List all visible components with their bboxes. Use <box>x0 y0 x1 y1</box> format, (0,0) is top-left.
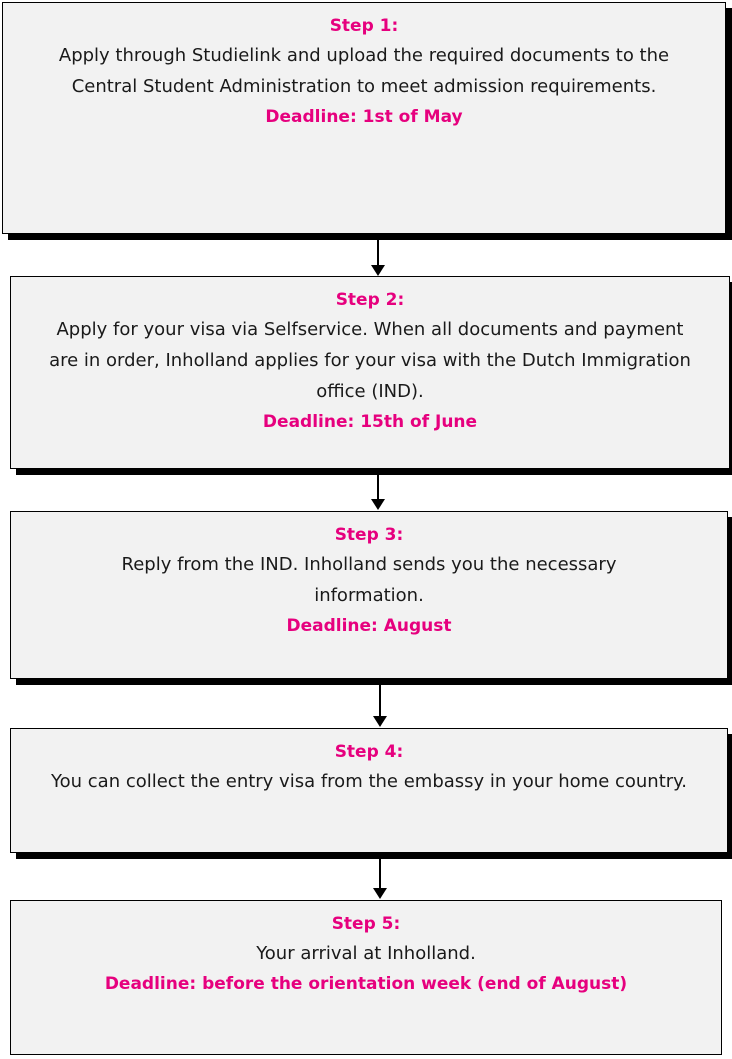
step-2-description: Apply for your visa via Selfservice. Whe… <box>49 319 691 402</box>
step-5-deadline: Deadline: before the orientation week (e… <box>104 974 628 994</box>
step-3-description: Reply from the IND. Inholland sends you … <box>121 554 617 606</box>
arrow-2-to-3 <box>368 470 388 510</box>
step-3-title: Step 3: <box>334 525 404 545</box>
step-5-box: Step 5: Your arrival at Inholland. Deadl… <box>10 900 722 1055</box>
step-1-title: Step 1: <box>329 16 399 36</box>
step-2-box: Step 2: Apply for your visa via Selfserv… <box>10 276 730 469</box>
step-4-box: Step 4: You can collect the entry visa f… <box>10 728 728 853</box>
step-1-box: Step 1: Apply through Studielink and upl… <box>2 2 726 234</box>
step-2-title: Step 2: <box>335 290 405 310</box>
arrow-4-to-5 <box>370 857 390 899</box>
step-4-description: You can collect the entry visa from the … <box>51 771 687 792</box>
step-3-deadline: Deadline: August <box>286 616 452 636</box>
step-2-deadline: Deadline: 15th of June <box>262 412 478 432</box>
arrow-3-to-4 <box>370 683 390 727</box>
step-1-deadline: Deadline: 1st of May <box>265 107 463 127</box>
step-3-box: Step 3: Reply from the IND. Inholland se… <box>10 511 728 679</box>
step-5-description: Your arrival at Inholland. <box>256 943 476 964</box>
flowchart: Step 1: Apply through Studielink and upl… <box>0 0 732 1059</box>
step-5-title: Step 5: <box>331 914 401 934</box>
step-4-title: Step 4: <box>334 742 404 762</box>
arrow-1-to-2 <box>368 234 388 276</box>
step-1-description: Apply through Studielink and upload the … <box>58 45 670 97</box>
